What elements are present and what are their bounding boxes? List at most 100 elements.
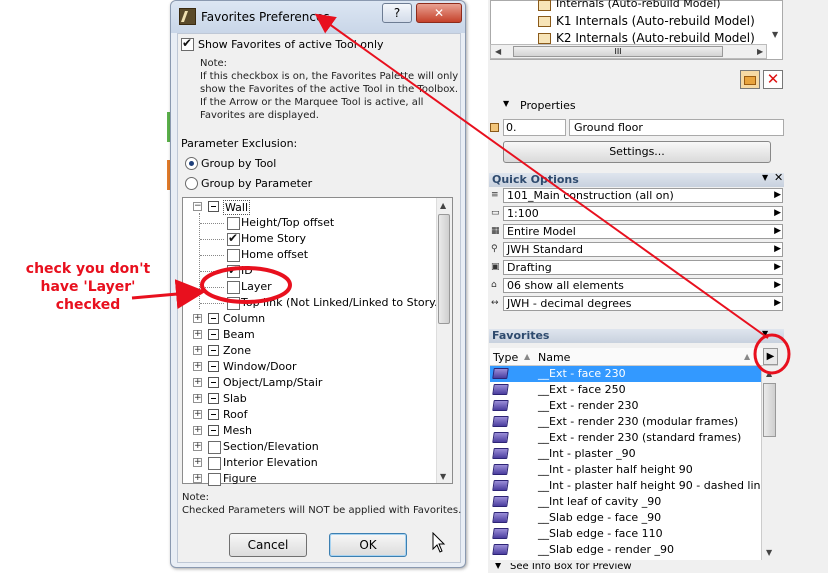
story-number-field[interactable]: 0. <box>503 119 566 136</box>
tree-expand-icon[interactable]: + <box>193 426 202 435</box>
quick-option-field[interactable]: 1:100 <box>503 206 783 221</box>
tree-expand-icon[interactable]: + <box>193 378 202 387</box>
favorites-expand-button[interactable]: ▶ <box>763 348 778 365</box>
tree-row-group[interactable]: + Beam <box>183 327 435 343</box>
tree-row-group[interactable]: + Roof <box>183 407 435 423</box>
tree-group-checkbox[interactable] <box>208 345 219 356</box>
column-name[interactable]: Name <box>538 351 570 364</box>
help-button[interactable]: ? <box>382 3 412 23</box>
parameter-checkbox[interactable] <box>227 231 240 246</box>
tree-group-checkbox[interactable] <box>208 361 219 372</box>
quick-option-field[interactable]: Drafting <box>503 260 783 275</box>
cancel-button[interactable]: Cancel <box>229 533 307 557</box>
scroll-right-icon[interactable]: ▶ <box>757 47 763 56</box>
ok-button[interactable]: OK <box>329 533 407 557</box>
tree-row-group[interactable]: + Window/Door <box>183 359 435 375</box>
favorites-header[interactable]: Favorites <box>489 329 784 343</box>
tree-expand-icon[interactable]: + <box>193 330 202 339</box>
tree-vscroll-thumb[interactable] <box>438 214 450 324</box>
quick-option-field[interactable]: 101_Main construction (all on) <box>503 188 783 203</box>
palette-menu-icon[interactable]: ▼ <box>762 173 768 182</box>
favorite-item[interactable]: __Int - plaster half height 90 - dashed … <box>490 478 761 494</box>
scroll-up-icon[interactable]: ▲ <box>440 201 446 210</box>
tree-row-group[interactable]: + Zone <box>183 343 435 359</box>
tree-expand-icon[interactable]: + <box>193 410 202 419</box>
tree-group-checkbox[interactable] <box>208 473 221 486</box>
properties-header[interactable]: ▼ Properties <box>490 98 783 114</box>
tree-row-group[interactable]: + Figure <box>183 471 435 487</box>
scroll-down-icon[interactable]: ▼ <box>772 30 778 39</box>
quick-option-scale[interactable]: ▭ 1:100 <box>490 205 783 222</box>
tree-expand-icon[interactable]: + <box>193 458 202 467</box>
tree-row-parameter[interactable]: Home offset <box>183 247 435 263</box>
tree-group-checkbox[interactable] <box>208 441 221 454</box>
settings-button[interactable]: Settings... <box>503 141 771 163</box>
tree-row-group[interactable]: + Column <box>183 311 435 327</box>
favorites-vscroll-thumb[interactable] <box>763 383 776 437</box>
story-name-field[interactable]: Ground floor <box>569 119 784 136</box>
quick-option-field[interactable]: JWH Standard <box>503 242 783 257</box>
quick-option-dimension[interactable]: ↔ JWH - decimal degrees <box>490 295 783 312</box>
tree-row-parameter[interactable]: Height/Top offset <box>183 215 435 231</box>
group-by-parameter-radio[interactable] <box>185 177 198 190</box>
column-type[interactable]: Type <box>493 351 518 364</box>
show-favorites-checkbox[interactable] <box>181 36 194 51</box>
palette-close-icon[interactable]: ✕ <box>774 171 783 184</box>
parameter-checkbox[interactable] <box>227 263 240 278</box>
tree-row-group[interactable]: + Mesh <box>183 423 435 439</box>
quick-option-layer[interactable]: ≡ 101_Main construction (all on) <box>490 187 783 204</box>
favorite-item[interactable]: __Int - plaster half height 90 <box>490 462 761 478</box>
navigator-hscroll-thumb[interactable]: III <box>513 46 723 57</box>
quick-option-structure[interactable]: ▦ Entire Model <box>490 223 783 240</box>
quick-option-field[interactable]: JWH - decimal degrees <box>503 296 783 311</box>
tree-expand-icon[interactable]: + <box>193 474 202 483</box>
quick-option-pen-set[interactable]: ⚲ JWH Standard <box>490 241 783 258</box>
tree-expand-icon[interactable]: + <box>193 394 202 403</box>
scroll-down-icon[interactable]: ▼ <box>766 548 772 557</box>
favorite-item[interactable]: __Ext - face 230 <box>490 366 761 382</box>
palette-menu-icon[interactable]: ▼ <box>762 329 768 338</box>
tree-row-group[interactable]: + Interior Elevation <box>183 455 435 471</box>
tree-group-checkbox[interactable] <box>208 457 221 470</box>
scroll-down-icon[interactable]: ▼ <box>440 472 446 481</box>
tree-expand-icon[interactable]: + <box>193 362 202 371</box>
quick-option-field[interactable]: 06 show all elements <box>503 278 783 293</box>
tree-collapse-icon[interactable]: − <box>193 202 202 211</box>
tree-group-checkbox[interactable] <box>208 329 219 340</box>
tree-row-parameter[interactable]: Home Story <box>183 231 435 247</box>
favorites-footer[interactable]: ▼ See Info Box for Preview <box>490 563 783 573</box>
group-by-tool-radio[interactable] <box>185 157 198 170</box>
favorite-item[interactable]: __Ext - render 230 <box>490 398 761 414</box>
scroll-up-icon[interactable]: ▲ <box>766 369 772 378</box>
navigator-hscroll[interactable]: ◀ III ▶ <box>490 44 767 59</box>
tree-expand-icon[interactable]: + <box>193 346 202 355</box>
favorite-item[interactable]: __Int - plaster _90 <box>490 446 761 462</box>
favorite-item[interactable]: __Ext - render 230 (standard frames) <box>490 430 761 446</box>
tree-group-checkbox[interactable] <box>208 313 219 324</box>
new-folder-button[interactable] <box>740 70 760 89</box>
close-button[interactable]: ✕ <box>416 3 462 23</box>
tree-row-group[interactable]: + Section/Elevation <box>183 439 435 455</box>
tree-row-parameter[interactable]: ID <box>183 263 435 279</box>
tree-group-checkbox[interactable] <box>208 393 219 404</box>
favorite-item[interactable]: __Slab edge - face 110 <box>490 526 761 542</box>
tree-row-wall[interactable]: − Wall <box>183 199 435 215</box>
delete-button[interactable]: ✕ <box>763 70 783 89</box>
favorite-item[interactable]: __Int leaf of cavity _90 <box>490 494 761 510</box>
parameter-checkbox[interactable] <box>227 297 240 310</box>
favorite-item[interactable]: __Slab edge - render _90 <box>490 542 761 558</box>
tree-row-parameter[interactable]: Layer <box>183 279 435 295</box>
tree-row-group[interactable]: + Slab <box>183 391 435 407</box>
tree-group-checkbox[interactable] <box>208 425 219 436</box>
tree-group-checkbox[interactable] <box>208 409 219 420</box>
scroll-left-icon[interactable]: ◀ <box>495 47 501 56</box>
parameter-checkbox[interactable] <box>227 217 240 230</box>
parameter-checkbox[interactable] <box>227 249 240 262</box>
tree-expand-icon[interactable]: + <box>193 314 202 323</box>
quick-option-renovation[interactable]: ⌂ 06 show all elements <box>490 277 783 294</box>
quick-option-field[interactable]: Entire Model <box>503 224 783 239</box>
quick-option-model-view[interactable]: ▣ Drafting <box>490 259 783 276</box>
favorite-item[interactable]: __Slab edge - face _90 <box>490 510 761 526</box>
favorite-item[interactable]: __Ext - face 250 <box>490 382 761 398</box>
tree-group-checkbox[interactable] <box>208 377 219 388</box>
